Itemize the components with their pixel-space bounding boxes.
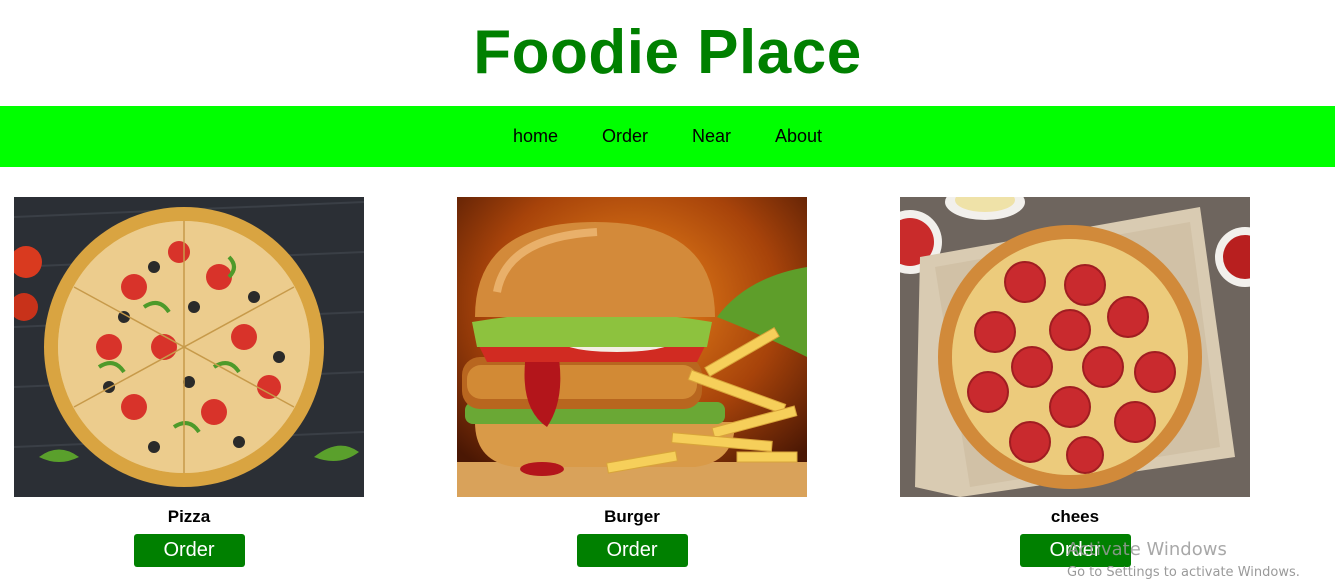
pizza-image (14, 197, 364, 497)
pepperoni-pizza-image (900, 197, 1250, 497)
order-button-chees[interactable]: Order (1019, 534, 1131, 567)
nav-link-about[interactable]: About (753, 126, 844, 147)
nav-link-home[interactable]: home (491, 126, 580, 147)
product-card-burger: Burger Order (457, 197, 807, 567)
product-card-chees: chees Order (900, 197, 1250, 567)
product-card-pizza: Pizza Order (14, 197, 364, 567)
product-name: Pizza (167, 507, 211, 526)
main-navigation: home Order Near About (0, 106, 1335, 167)
burger-image (457, 197, 807, 497)
product-name: Burger (604, 507, 660, 526)
nav-link-near[interactable]: Near (670, 126, 753, 147)
order-button-pizza[interactable]: Order (133, 534, 245, 567)
site-title: Foodie Place (473, 18, 862, 87)
order-button-burger[interactable]: Order (576, 534, 688, 567)
product-grid: Pizza Order Burger Order chees Order (0, 167, 1335, 587)
product-name: chees (1050, 507, 1100, 526)
nav-link-order[interactable]: Order (580, 126, 670, 147)
